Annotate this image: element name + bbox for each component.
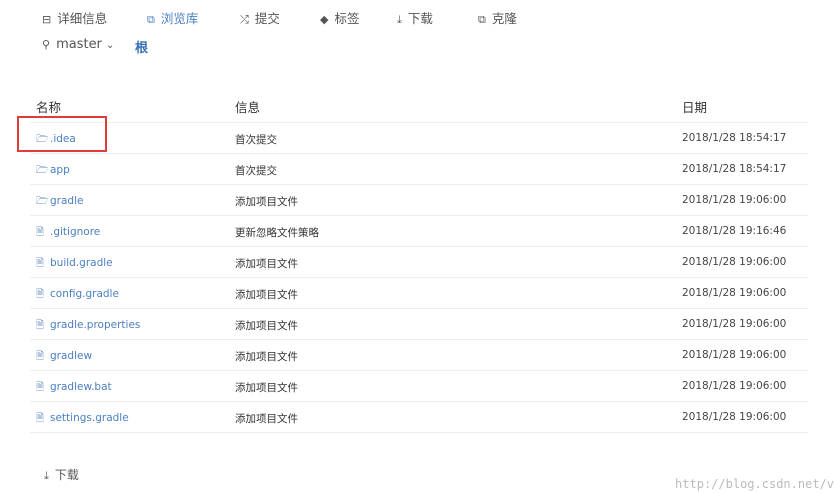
chevron-down-icon: ⌄	[106, 40, 115, 51]
file-link[interactable]: 🗎 gradlew	[36, 349, 92, 366]
file-icon: 🗎	[36, 351, 45, 362]
commit-date: 2018/1/28 19:06:00	[682, 287, 787, 299]
tab-label: 提交	[254, 11, 280, 26]
folder-icon: 🗁	[36, 196, 49, 207]
commit-date: 2018/1/28 19:06:00	[682, 349, 787, 361]
tab-label: 标签	[334, 11, 360, 26]
commit-date: 2018/1/28 19:06:00	[682, 380, 787, 392]
download-icon: ⤓	[44, 469, 49, 482]
file-icon: 🗎	[36, 258, 45, 269]
download-label: 下载	[54, 468, 79, 482]
commit-message: 添加项目文件	[235, 258, 298, 270]
commit-message: 添加项目文件	[235, 289, 298, 301]
commit-message: 添加项目文件	[235, 413, 298, 425]
file-name: .gitignore	[50, 226, 101, 238]
commit-date: 2018/1/28 19:06:00	[682, 194, 787, 206]
tab-0[interactable]: ⊟ 详细信息	[42, 8, 107, 27]
file-name: app	[50, 164, 70, 176]
commit-message: 首次提交	[235, 134, 277, 146]
table-header: 名称 信息 日期	[30, 92, 808, 123]
commit-message: 添加项目文件	[235, 351, 298, 363]
file-link[interactable]: 🗎 settings.gradle	[36, 411, 129, 428]
file-icon: 🗎	[36, 413, 45, 424]
commit-date: 2018/1/28 19:06:00	[682, 411, 787, 423]
tab-1[interactable]: ⧉ 浏览库	[147, 8, 198, 27]
file-link[interactable]: 🗁 gradle	[36, 194, 83, 211]
header-name: 名称	[36, 100, 62, 115]
file-icon: 🗎	[36, 227, 45, 238]
header-date: 日期	[682, 100, 708, 115]
tab-3[interactable]: ◆ 标签	[320, 8, 359, 27]
file-link[interactable]: 🗎 gradlew.bat	[36, 380, 112, 397]
tab-label: 浏览库	[160, 11, 199, 26]
branch-icon: ⚲	[42, 38, 51, 51]
breadcrumb-root[interactable]: 根	[135, 37, 148, 56]
table-row: 🗎 settings.gradle 添加项目文件 2018/1/28 19:06:…	[30, 402, 808, 433]
commit-message: 添加项目文件	[235, 320, 298, 332]
shuffle-icon: ⤮	[240, 13, 249, 26]
file-link[interactable]: 🗎 config.gradle	[36, 287, 119, 304]
download-icon: ⤓	[397, 13, 402, 26]
file-link[interactable]: 🗎 .gitignore	[36, 225, 100, 242]
file-name: build.gradle	[50, 257, 113, 269]
folder-icon: 🗁	[36, 165, 49, 176]
tag-icon: ◆	[320, 13, 329, 26]
table-row: 🗎 .gitignore 更新忽略文件策略 2018/1/28 19:16:46	[30, 216, 808, 247]
commit-message: 添加项目文件	[235, 196, 298, 208]
copy-icon: ⧉	[147, 13, 155, 26]
print-icon: ⊟	[42, 13, 52, 26]
branch-selector[interactable]: ⚲ master ⌄	[42, 37, 114, 52]
table-row: 🗁 app 首次提交 2018/1/28 18:54:17	[30, 154, 808, 185]
commit-date: 2018/1/28 19:06:00	[682, 256, 787, 268]
file-table: 名称 信息 日期 🗁 .idea 首次提交 2018/1/28 18:54:17 🗁…	[30, 92, 808, 433]
branch-name: master	[56, 37, 102, 52]
tab-label: 详细信息	[57, 11, 108, 26]
table-row: 🗎 gradlew 添加项目文件 2018/1/28 19:06:00	[30, 340, 808, 371]
file-name: gradlew.bat	[50, 381, 112, 393]
file-icon: 🗎	[36, 320, 45, 331]
file-name: gradlew	[50, 350, 93, 362]
table-row: 🗁 .idea 首次提交 2018/1/28 18:54:17	[30, 123, 808, 154]
file-link[interactable]: 🗎 gradle.properties	[36, 318, 140, 335]
download-button[interactable]: ⤓ 下载	[44, 466, 79, 483]
tab-2[interactable]: ⤮ 提交	[240, 8, 280, 27]
commit-date: 2018/1/28 18:54:17	[682, 132, 787, 144]
clone-icon: ⧉	[478, 13, 486, 26]
table-row: 🗁 gradle 添加项目文件 2018/1/28 19:06:00	[30, 185, 808, 216]
commit-date: 2018/1/28 19:16:46	[682, 225, 787, 237]
tab-label: 克隆	[491, 11, 517, 26]
file-name: settings.gradle	[50, 412, 129, 424]
table-row: 🗎 gradle.properties 添加项目文件 2018/1/28 19:0…	[30, 309, 808, 340]
commit-message: 首次提交	[235, 165, 277, 177]
highlight-box	[17, 116, 107, 152]
commit-message: 添加项目文件	[235, 382, 298, 394]
file-name: gradle.properties	[50, 319, 141, 331]
file-name: gradle	[50, 195, 84, 207]
file-icon: 🗎	[36, 289, 45, 300]
table-row: 🗎 gradlew.bat 添加项目文件 2018/1/28 19:06:00	[30, 371, 808, 402]
tab-label: 下载	[407, 11, 433, 26]
commit-date: 2018/1/28 18:54:17	[682, 163, 787, 175]
commit-date: 2018/1/28 19:06:00	[682, 318, 787, 330]
file-icon: 🗎	[36, 382, 45, 393]
table-row: 🗎 config.gradle 添加项目文件 2018/1/28 19:06:00	[30, 278, 808, 309]
header-message: 信息	[235, 100, 261, 115]
file-link[interactable]: 🗎 build.gradle	[36, 256, 113, 273]
table-row: 🗎 build.gradle 添加项目文件 2018/1/28 19:06:00	[30, 247, 808, 278]
watermark: http://blog.csdn.net/v	[675, 477, 834, 491]
tab-5[interactable]: ⧉ 克隆	[478, 8, 517, 27]
file-link[interactable]: 🗁 app	[36, 163, 70, 180]
file-name: config.gradle	[50, 288, 119, 300]
commit-message: 更新忽略文件策略	[235, 227, 319, 239]
tab-4[interactable]: ⤓ 下载	[397, 8, 433, 27]
